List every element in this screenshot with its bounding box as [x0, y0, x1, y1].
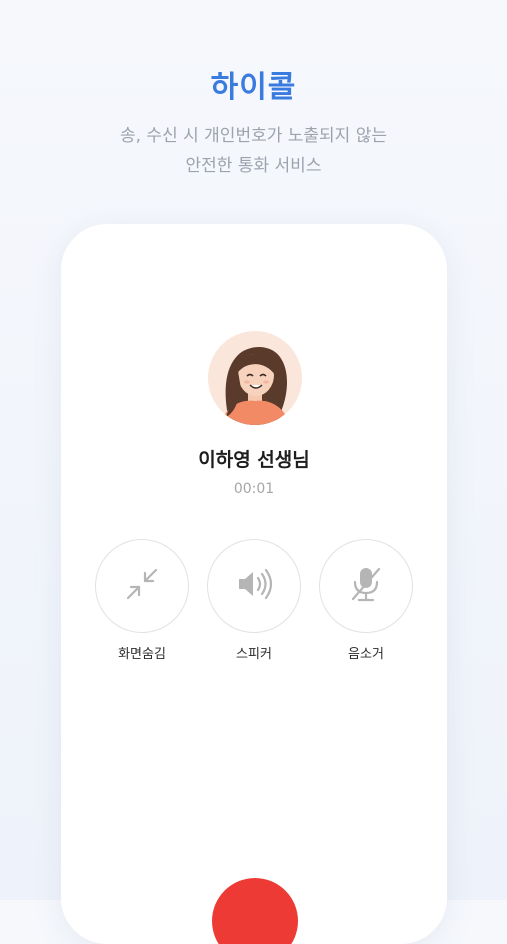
minimize-label: 화면숨김 [118, 647, 166, 662]
speaker-button-circle[interactable] [207, 539, 301, 633]
phone-call-screen: 이하영 선생님 00:01 화면숨김 스피커 음소거 [61, 224, 447, 944]
promo-title: 하이콜 [210, 70, 297, 105]
promo-subtitle: 송, 수신 시 개인번호가 노출되지 않는 안전한 통화 서비스 [0, 121, 507, 181]
promo-subtitle-line1: 송, 수신 시 개인번호가 노출되지 않는 [119, 126, 388, 146]
speaker-label: 스피커 [236, 647, 272, 662]
mute-button[interactable]: 음소거 [318, 539, 414, 662]
mute-button-circle[interactable] [319, 539, 413, 633]
promo-subtitle-line2: 안전한 통화 서비스 [185, 156, 322, 176]
minimize-button-circle[interactable] [95, 539, 189, 633]
speaker-button[interactable]: 스피커 [206, 539, 302, 662]
mute-mic-icon [348, 565, 384, 607]
mute-label: 음소거 [348, 647, 384, 662]
call-timer: 00:01 [233, 481, 275, 497]
minimize-screen-button[interactable]: 화면숨김 [94, 539, 190, 662]
end-call-button[interactable] [212, 878, 298, 944]
avatar [208, 331, 302, 425]
speaker-icon [235, 566, 273, 606]
caller-name: 이하영 선생님 [198, 449, 310, 471]
minimize-icon [124, 566, 160, 606]
